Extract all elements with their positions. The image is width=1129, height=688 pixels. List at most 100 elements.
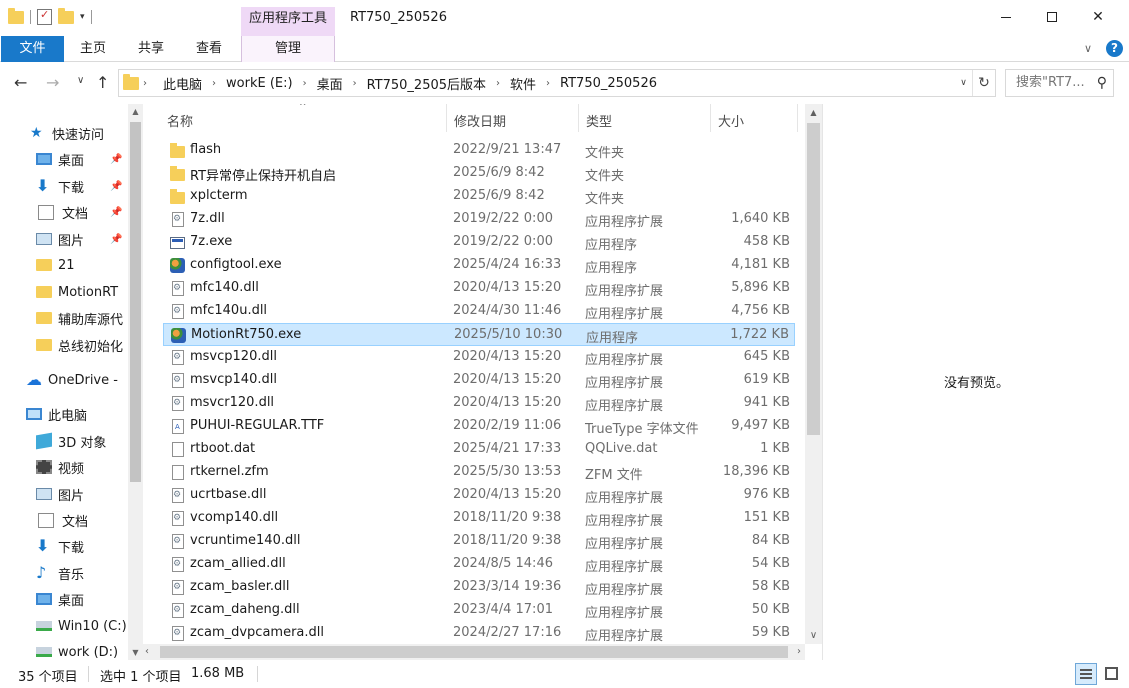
column-header-date[interactable]: 修改日期 (454, 111, 506, 130)
file-row[interactable]: RT异常停止保持开机自启 2025/6/9 8:42 文件夹 (163, 162, 795, 185)
tab-file[interactable]: 文件 (1, 36, 64, 62)
scrollbar-thumb[interactable] (160, 646, 788, 658)
nav-item[interactable]: ⬇ 下载 📌 (0, 174, 128, 198)
breadcrumb-chevron-icon[interactable]: › (299, 78, 311, 89)
nav-item[interactable]: 桌面 📌 (0, 147, 128, 171)
forward-arrow-icon[interactable]: → (46, 73, 59, 92)
help-icon[interactable]: ? (1106, 40, 1123, 57)
nav-item[interactable]: MotionRT (0, 280, 128, 304)
folder-icon[interactable] (8, 7, 24, 24)
file-row[interactable]: MotionRt750.exe 2025/5/10 10:30 应用程序 1,722 … (163, 323, 795, 346)
nav-item[interactable]: 3D 对象 (0, 429, 128, 453)
nav-item[interactable]: 视频 (0, 455, 128, 479)
column-header-size[interactable]: 大小 (718, 111, 744, 130)
maximize-button[interactable] (1029, 0, 1075, 34)
column-divider[interactable] (797, 104, 798, 132)
file-row[interactable]: msvcp120.dll 2020/4/13 15:20 应用程序扩展 645 KB (163, 346, 795, 369)
tab-home[interactable]: 主页 (64, 36, 122, 62)
column-header-type[interactable]: 类型 (586, 111, 612, 130)
file-row[interactable]: mfc140u.dll 2024/4/30 11:46 应用程序扩展 4,756 KB (163, 300, 795, 323)
nav-item[interactable]: 21 (0, 253, 128, 277)
nav-item[interactable]: 图片 📌 (0, 227, 128, 251)
scrollbar-thumb[interactable] (130, 122, 141, 482)
nav-item[interactable]: ☁ OneDrive - (0, 368, 128, 392)
breadcrumb-item[interactable]: 软件 (504, 74, 542, 93)
tab-view[interactable]: 查看 (180, 36, 238, 62)
file-row[interactable]: zcam_daheng.dll 2023/4/4 17:01 应用程序扩展 50 KB (163, 599, 795, 622)
expand-ribbon-chevron-icon[interactable]: ∨ (1084, 42, 1092, 55)
column-divider[interactable] (710, 104, 711, 132)
file-row[interactable]: xplcterm 2025/6/9 8:42 文件夹 (163, 185, 795, 208)
address-bar[interactable]: › 此电脑 › workE (E:) › 桌面 › RT750_2505后版本 › 软件 › RT7… (118, 69, 996, 97)
column-divider[interactable] (578, 104, 579, 132)
nav-item[interactable]: Win10 (C:) (0, 614, 128, 638)
breadcrumb-item[interactable]: workE (E:) (220, 76, 299, 91)
file-row[interactable]: msvcp140.dll 2020/4/13 15:20 应用程序扩展 619 KB (163, 369, 795, 392)
file-row[interactable]: configtool.exe 2025/4/24 16:33 应用程序 4,181 K… (163, 254, 795, 277)
tab-manage[interactable]: 管理 (241, 36, 335, 62)
search-icon[interactable]: ⚲ (1097, 70, 1107, 96)
nav-item[interactable]: ★ 快速访问 (0, 121, 128, 145)
nav-item[interactable]: 文档 (0, 508, 128, 532)
file-row[interactable]: zcam_allied.dll 2024/8/5 14:46 应用程序扩展 54 KB (163, 553, 795, 576)
breadcrumb-item[interactable]: 此电脑 (157, 74, 208, 93)
up-arrow-icon[interactable]: ↑ (96, 73, 109, 92)
breadcrumb-chevron-icon[interactable]: › (349, 78, 361, 89)
new-folder-icon[interactable] (58, 7, 74, 24)
nav-item[interactable]: 图片 (0, 482, 128, 506)
file-row[interactable]: msvcr120.dll 2020/4/13 15:20 应用程序扩展 941 KB (163, 392, 795, 415)
nav-item[interactable]: work (D:) (0, 640, 128, 660)
search-input[interactable]: 搜索"RT7... ⚲ (1005, 69, 1114, 97)
scroll-right-icon[interactable]: › (797, 644, 801, 660)
file-row[interactable]: flash 2022/9/21 13:47 文件夹 (163, 139, 795, 162)
file-list-horizontal-scrollbar[interactable]: ‹ › (143, 644, 805, 660)
breadcrumb-chevron-icon[interactable]: › (139, 78, 151, 89)
nav-item[interactable]: ⬇ 下载 (0, 534, 128, 558)
scroll-up-icon[interactable]: ▲ (805, 104, 822, 121)
scroll-up-icon[interactable]: ▲ (128, 104, 143, 119)
nav-item-label: 辅助库源代 (58, 312, 124, 328)
file-row[interactable]: 7z.dll 2019/2/22 0:00 应用程序扩展 1,640 KB (163, 208, 795, 231)
minimize-button[interactable] (983, 0, 1029, 34)
back-arrow-icon[interactable]: ← (14, 73, 27, 92)
details-view-button[interactable] (1075, 663, 1097, 685)
address-history-chevron-icon[interactable]: ∨ (955, 70, 973, 96)
file-row[interactable]: vcomp140.dll 2018/11/20 9:38 应用程序扩展 151 KB (163, 507, 795, 530)
navigation-pane-scrollbar[interactable]: ▲ ▼ (128, 104, 143, 660)
file-row[interactable]: PUHUI-REGULAR.TTF 2020/2/19 11:06 TrueType… (163, 415, 795, 438)
scrollbar-thumb[interactable] (807, 123, 820, 435)
nav-item[interactable]: 文档 📌 (0, 200, 128, 224)
file-row[interactable]: mfc140.dll 2020/4/13 15:20 应用程序扩展 5,896 KB (163, 277, 795, 300)
file-row[interactable]: zcam_basler.dll 2023/3/14 19:36 应用程序扩展 58 K… (163, 576, 795, 599)
nav-item[interactable]: ♪ 音乐 (0, 561, 128, 585)
file-row[interactable]: ucrtbase.dll 2020/4/13 15:20 应用程序扩展 976 KB (163, 484, 795, 507)
tab-share[interactable]: 共享 (122, 36, 180, 62)
close-button[interactable]: ✕ (1075, 0, 1121, 34)
scroll-left-icon[interactable]: ‹ (145, 644, 149, 660)
nav-item[interactable]: 桌面 (0, 587, 128, 611)
breadcrumb-item[interactable]: RT750_250526 (554, 76, 663, 91)
file-row[interactable]: zcam_dvpcamera.dll 2024/2/27 17:16 应用程序扩展 5… (163, 622, 795, 645)
file-row[interactable]: vcruntime140.dll 2018/11/20 9:38 应用程序扩展 84 … (163, 530, 795, 553)
file-row[interactable]: rtboot.dat 2025/4/21 17:33 QQLive.dat 1 KB (163, 438, 795, 461)
column-header-name[interactable]: 名称 (167, 111, 193, 130)
file-row[interactable]: rtkernel.zfm 2025/5/30 13:53 ZFM 文件 18,396 … (163, 461, 795, 484)
column-divider[interactable] (446, 104, 447, 132)
breadcrumb-chevron-icon[interactable]: › (492, 78, 504, 89)
recent-locations-chevron-icon[interactable]: ∨ (77, 75, 84, 86)
scroll-down-icon[interactable]: ∨ (805, 627, 822, 644)
breadcrumb-chevron-icon[interactable]: › (542, 78, 554, 89)
breadcrumb-item[interactable]: RT750_2505后版本 (361, 74, 492, 93)
nav-item[interactable]: 辅助库源代 (0, 306, 128, 330)
file-list-vertical-scrollbar[interactable]: ▲ ∨ (805, 104, 822, 644)
file-row[interactable]: 7z.exe 2019/2/22 0:00 应用程序 458 KB (163, 231, 795, 254)
large-icons-view-button[interactable] (1101, 663, 1123, 685)
properties-icon[interactable] (37, 8, 52, 25)
breadcrumb-item[interactable]: 桌面 (311, 74, 349, 93)
customize-qat-chevron-icon[interactable]: ▾ (80, 12, 85, 22)
breadcrumb-chevron-icon[interactable]: › (208, 78, 220, 89)
refresh-icon[interactable]: ↻ (973, 75, 995, 91)
nav-item[interactable]: 总线初始化 (0, 333, 128, 357)
nav-item[interactable]: 此电脑 (0, 402, 128, 426)
scroll-down-icon[interactable]: ▼ (128, 645, 143, 660)
